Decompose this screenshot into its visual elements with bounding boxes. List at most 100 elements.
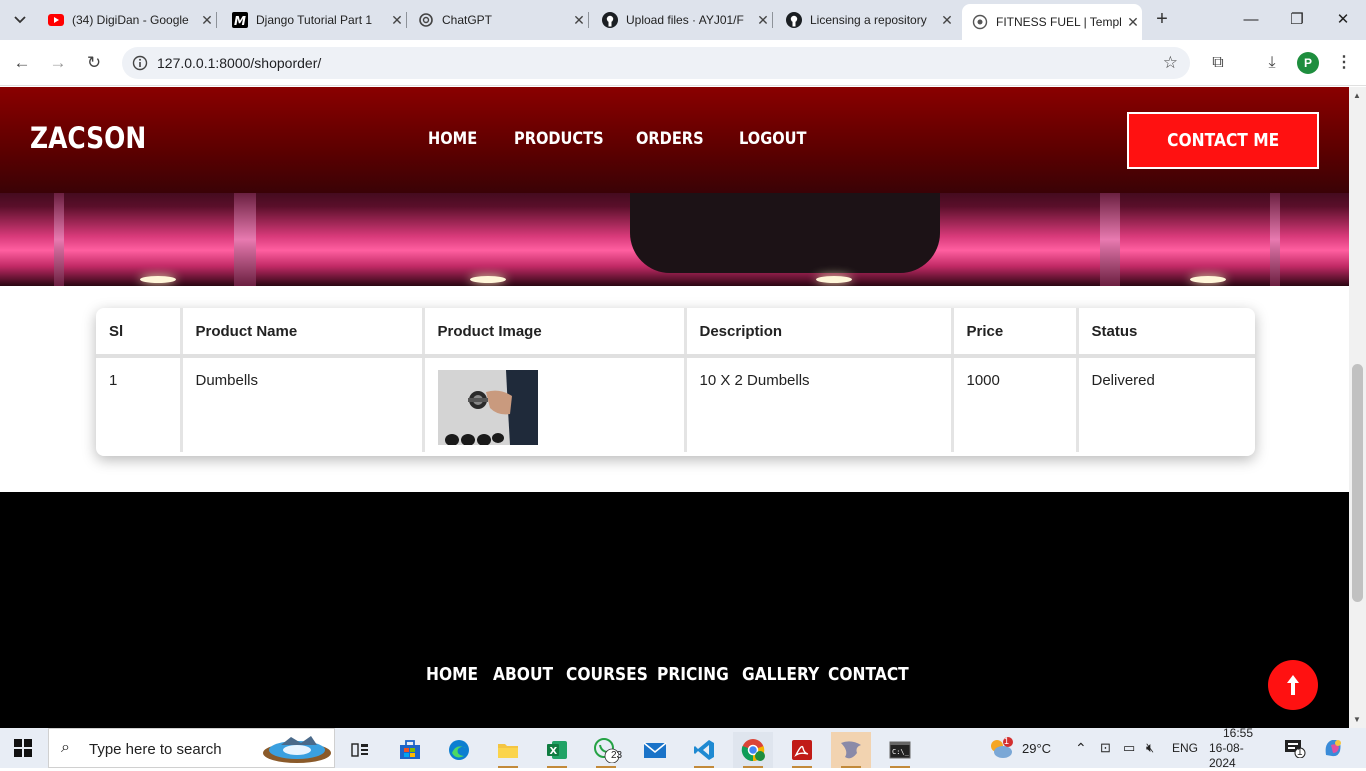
tab-chatgpt[interactable]: ChatGPT ✕ [408, 6, 589, 34]
close-tab-icon[interactable]: ✕ [1124, 14, 1142, 31]
table-row: 1 Dumbells 10 X 2 Dumbells 1000 Delivere… [96, 356, 1255, 452]
scroll-up-arrow-icon[interactable]: ▲ [1353, 91, 1361, 100]
site-info-icon[interactable] [132, 55, 148, 71]
tab-title: (34) DigiDan - Google [72, 13, 189, 27]
column-header-price: Price [952, 308, 1079, 358]
bookmark-star-icon[interactable]: ☆ [1163, 53, 1178, 73]
page-scrollbar[interactable]: ▲ ▼ [1349, 87, 1366, 728]
tab-fitness-fuel[interactable]: FITNESS FUEL | Templ ✕ [962, 4, 1142, 40]
cell-product-image [423, 356, 687, 452]
copilot-icon[interactable] [1322, 728, 1344, 768]
column-header-status: Status [1077, 308, 1255, 358]
back-to-top-button[interactable] [1268, 660, 1318, 710]
forward-button[interactable]: → [46, 51, 70, 75]
microsoft-store-icon[interactable] [390, 732, 430, 768]
cell-status: Delivered [1091, 372, 1155, 389]
tab-django-tutorial[interactable]: M Django Tutorial Part 1 ✕ [222, 6, 407, 34]
column-header-description: Description [685, 308, 954, 358]
notification-center-button[interactable]: 1 [1284, 728, 1306, 768]
footer-nav-about[interactable]: ABOUT [493, 664, 553, 685]
footer-nav-pricing[interactable]: PRICING [657, 664, 729, 685]
meet-now-icon[interactable]: ⊡ [1100, 728, 1111, 768]
close-tab-icon[interactable]: ✕ [570, 12, 588, 29]
windows-start-icon[interactable] [14, 739, 32, 757]
close-tab-icon[interactable]: ✕ [198, 12, 216, 29]
weather-widget[interactable]: 1 29°C [988, 728, 1051, 768]
github-icon [602, 12, 618, 28]
nav-orders[interactable]: ORDERS [636, 129, 704, 149]
close-tab-icon[interactable]: ✕ [754, 12, 772, 29]
search-icon: ⌕ [61, 739, 70, 756]
minimize-button[interactable]: — [1236, 8, 1266, 32]
new-tab-button[interactable]: + [1150, 8, 1174, 32]
tab-title: Upload files · AYJ01/F [626, 13, 744, 27]
chevron-up-icon: ⌃ [1075, 739, 1087, 756]
chatgpt-icon [418, 12, 434, 28]
volume-muted-icon[interactable]: 🔇︎ [1146, 728, 1154, 768]
nav-logout[interactable]: LOGOUT [739, 129, 806, 149]
file-explorer-icon[interactable] [488, 732, 528, 768]
contact-me-button[interactable]: CONTACT ME [1127, 112, 1319, 169]
input-language-indicator[interactable]: ENG [1172, 728, 1198, 768]
close-tab-icon[interactable]: ✕ [938, 12, 956, 29]
ceiling-light [1190, 276, 1226, 283]
vscode-icon[interactable] [684, 732, 724, 768]
footer-nav-home[interactable]: HOME [426, 664, 478, 685]
task-view-icon[interactable] [340, 732, 380, 768]
close-window-button[interactable]: ✕ [1328, 8, 1358, 32]
globe-icon [972, 14, 988, 30]
orders-table-card: Sl Product Name Product Image Descriptio… [96, 308, 1255, 456]
tab-search-button[interactable] [8, 8, 32, 32]
close-tab-icon[interactable]: ✕ [388, 12, 406, 29]
nav-home[interactable]: HOME [428, 129, 477, 149]
app-dragon-icon[interactable] [831, 732, 871, 768]
back-button[interactable]: ← [10, 51, 34, 75]
column-header-sl: Sl [96, 308, 183, 358]
youtube-icon [48, 12, 64, 28]
whatsapp-badge: 23 [611, 750, 623, 761]
excel-icon[interactable]: X [537, 732, 577, 768]
footer-nav-gallery[interactable]: GALLERY [742, 664, 819, 685]
taskbar-search-box[interactable]: ⌕ Type here to search [48, 728, 335, 768]
tab-youtube[interactable]: (34) DigiDan - Google ✕ [38, 6, 217, 34]
cell-sl: 1 [96, 356, 183, 452]
edge-browser-icon[interactable] [439, 732, 479, 768]
menu-kebab-icon[interactable]: ⋮ [1332, 51, 1356, 75]
scrollbar-thumb[interactable] [1352, 364, 1363, 602]
tab-licensing[interactable]: Licensing a repository ✕ [776, 6, 956, 34]
profile-avatar[interactable]: P [1297, 52, 1319, 74]
tab-upload-files[interactable]: Upload files · AYJ01/F ✕ [592, 6, 773, 34]
clock[interactable]: 16:55 16-08-2024 [1209, 726, 1267, 770]
cell-product-name: Dumbells [181, 356, 425, 452]
download-icon[interactable]: ⤓ [1260, 51, 1284, 75]
tab-separator [406, 12, 407, 28]
network-icon[interactable]: ▭ [1123, 728, 1135, 768]
scroll-down-arrow-icon[interactable]: ▼ [1353, 715, 1361, 724]
chrome-icon[interactable] [733, 732, 773, 768]
footer-nav-courses[interactable]: COURSES [566, 664, 648, 685]
pdf-reader-icon[interactable] [782, 732, 822, 768]
medium-icon: M [232, 12, 248, 28]
reload-button[interactable]: ↻ [82, 51, 106, 75]
whatsapp-icon[interactable]: 23 [586, 732, 626, 768]
weather-badge: 1 [1004, 736, 1010, 746]
gym-rack-decor [1100, 193, 1120, 286]
site-footer: HOME ABOUT COURSES PRICING GALLERY CONTA… [0, 492, 1349, 728]
mail-icon[interactable] [635, 732, 675, 768]
show-hidden-icons-button[interactable]: ⌃ [1075, 728, 1087, 768]
url-text: 127.0.0.1:8000/shoporder/ [157, 55, 322, 71]
site-logo[interactable]: ZACSON [30, 121, 146, 155]
footer-nav-contact[interactable]: CONTACT [828, 664, 909, 685]
cell-price: 1000 [952, 356, 1079, 452]
restore-button[interactable]: ❐ [1282, 8, 1312, 32]
tab-title: Django Tutorial Part 1 [256, 13, 373, 27]
extensions-icon[interactable]: ⧉ [1206, 51, 1230, 75]
gym-rack-decor [1270, 193, 1280, 286]
address-bar[interactable]: 127.0.0.1:8000/shoporder/ ☆ [122, 47, 1190, 79]
nav-products[interactable]: PRODUCTS [514, 129, 604, 149]
orders-table: Sl Product Name Product Image Descriptio… [96, 308, 1255, 452]
svg-text:X: X [550, 746, 558, 757]
terminal-icon[interactable]: C:\_ [880, 732, 920, 768]
search-highlight-image [263, 736, 331, 763]
notification-count: 1 [1297, 747, 1303, 758]
